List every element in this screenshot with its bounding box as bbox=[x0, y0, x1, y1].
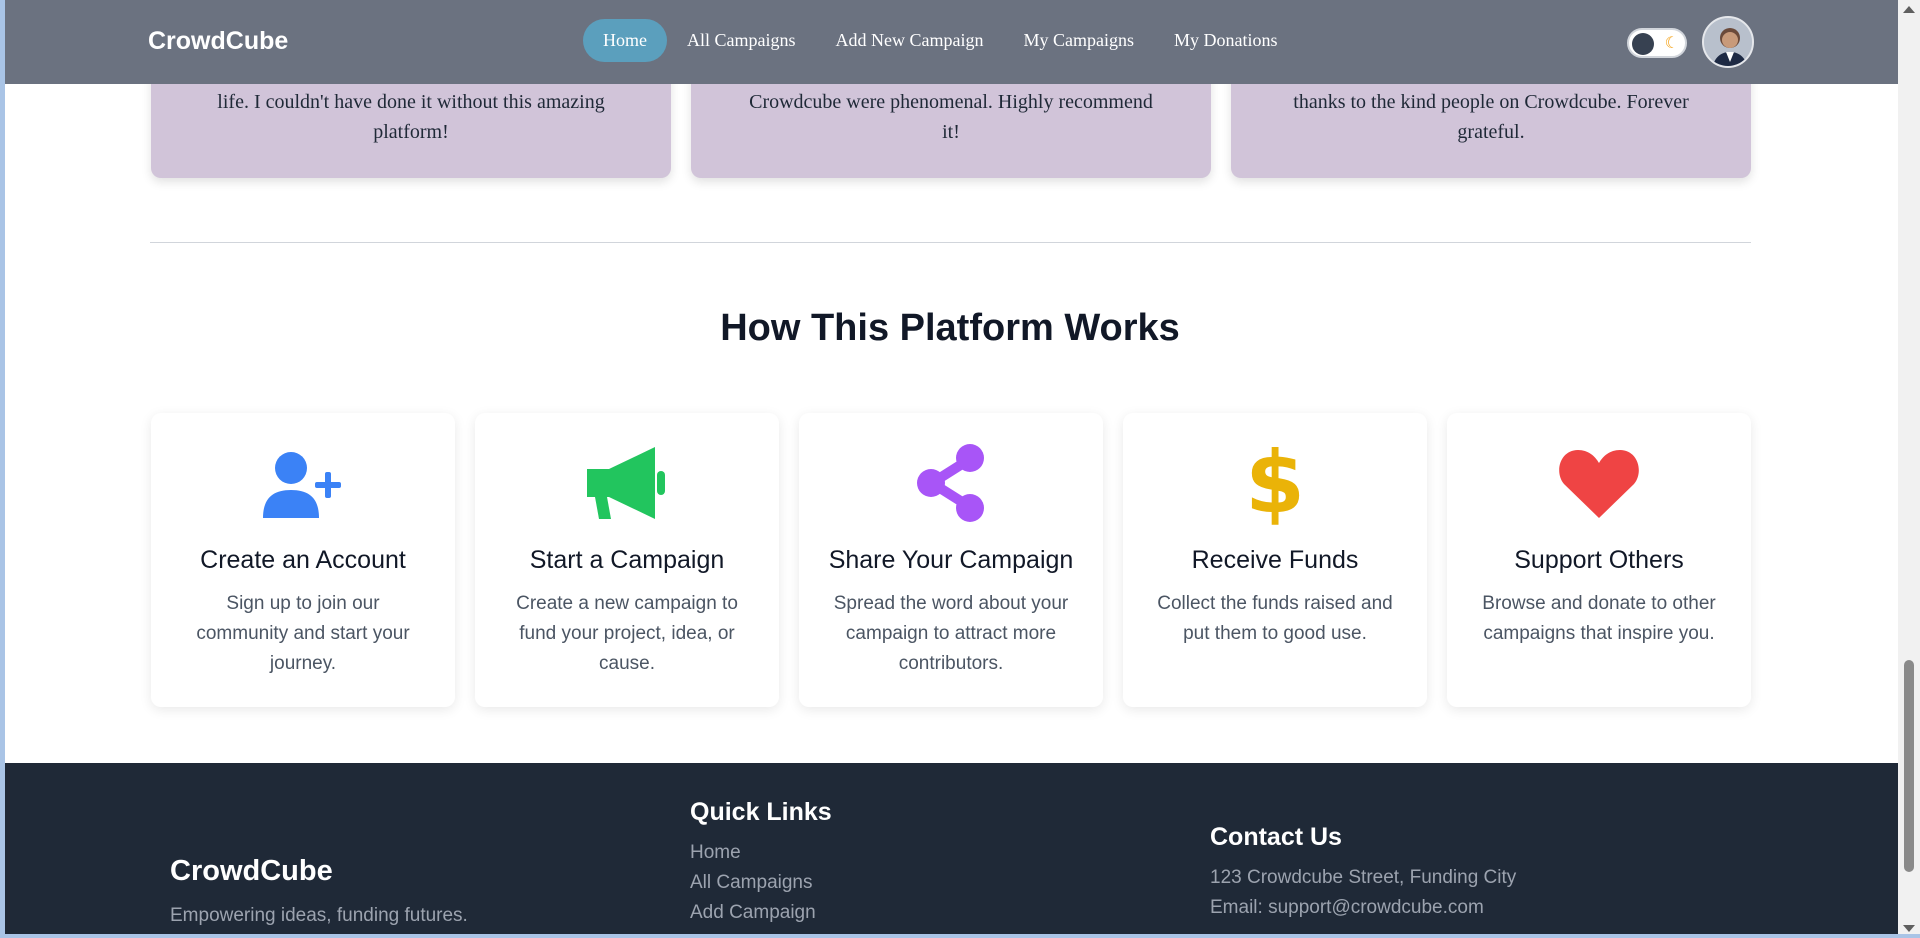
step-description: Collect the funds raised and put them to… bbox=[1157, 593, 1393, 644]
scroll-up-arrow-icon[interactable] bbox=[1903, 6, 1915, 13]
moon-icon: ☾ bbox=[1664, 35, 1679, 52]
footer-link-home[interactable]: Home bbox=[690, 842, 741, 864]
quick-links-heading: Quick Links bbox=[690, 798, 832, 826]
step-description: Create a new campaign to fund your proje… bbox=[516, 593, 738, 674]
step-card-receive-funds: $ Receive Funds Collect the funds raised… bbox=[1123, 413, 1427, 707]
user-avatar-image bbox=[1704, 18, 1752, 66]
testimonial-text-line: it! bbox=[942, 121, 960, 143]
step-title: Start a Campaign bbox=[529, 546, 725, 574]
step-description: Sign up to join our community and start … bbox=[196, 593, 410, 674]
step-title: Receive Funds bbox=[1191, 546, 1359, 574]
nav-my-donations[interactable]: My Donations bbox=[1154, 19, 1298, 62]
user-plus-icon bbox=[151, 441, 455, 525]
step-description: Browse and donate to other campaigns tha… bbox=[1482, 593, 1716, 644]
testimonial-text-line: grateful. bbox=[1457, 121, 1525, 143]
scroll-down-arrow-icon[interactable] bbox=[1903, 925, 1915, 932]
nav-links: Home All Campaigns Add New Campaign My C… bbox=[583, 19, 1297, 62]
testimonial-text-line: life. I couldn't have done it without th… bbox=[217, 91, 605, 113]
dollar-icon: $ bbox=[1245, 433, 1305, 533]
navbar: CrowdCube Home All Campaigns Add New Cam… bbox=[5, 0, 1898, 84]
footer-brand: CrowdCube bbox=[170, 855, 333, 887]
footer-link-all-campaigns[interactable]: All Campaigns bbox=[690, 872, 813, 894]
nav-home[interactable]: Home bbox=[583, 19, 667, 62]
footer-link-add-campaign[interactable]: Add Campaign bbox=[690, 902, 816, 924]
footer: CrowdCube Empowering ideas, funding futu… bbox=[5, 763, 1898, 938]
footer-tagline: Empowering ideas, funding futures. bbox=[170, 905, 468, 926]
contact-email: Email: support@crowdcube.com bbox=[1210, 897, 1484, 918]
contact-heading: Contact Us bbox=[1210, 823, 1342, 851]
nav-all-campaigns[interactable]: All Campaigns bbox=[667, 19, 816, 62]
step-card-support-others: Support Others Browse and donate to othe… bbox=[1447, 413, 1751, 707]
avatar[interactable] bbox=[1702, 16, 1754, 68]
megaphone-icon bbox=[475, 441, 779, 525]
share-icon bbox=[799, 441, 1103, 525]
nav-add-new-campaign[interactable]: Add New Campaign bbox=[816, 19, 1004, 62]
nav-my-campaigns[interactable]: My Campaigns bbox=[1003, 19, 1154, 62]
brand-logo[interactable]: CrowdCube bbox=[148, 27, 288, 56]
testimonial-text-line: thanks to the kind people on Crowdcube. … bbox=[1293, 91, 1689, 113]
step-card-create-account: Create an Account Sign up to join our co… bbox=[151, 413, 455, 707]
section-divider bbox=[150, 242, 1751, 243]
step-card-share-campaign: Share Your Campaign Spread the word abou… bbox=[799, 413, 1103, 707]
theme-toggle[interactable]: ☾ bbox=[1627, 28, 1687, 58]
testimonial-text-line: Crowdcube were phenomenal. Highly recomm… bbox=[749, 91, 1153, 113]
toggle-knob bbox=[1632, 33, 1654, 55]
heart-icon bbox=[1447, 441, 1751, 525]
step-card-start-campaign: Start a Campaign Create a new campaign t… bbox=[475, 413, 779, 707]
scroll-thumb[interactable] bbox=[1904, 660, 1914, 872]
contact-address: 123 Crowdcube Street, Funding City bbox=[1210, 867, 1517, 888]
step-description: Spread the word about your campaign to a… bbox=[833, 593, 1069, 674]
step-title: Share Your Campaign bbox=[828, 546, 1074, 574]
page-scrollbar[interactable] bbox=[1898, 0, 1920, 938]
step-title: Create an Account bbox=[200, 546, 406, 574]
testimonial-text-line: platform! bbox=[373, 121, 449, 143]
how-it-works-title: How This Platform Works bbox=[720, 307, 1180, 349]
step-title: Support Others bbox=[1514, 546, 1684, 574]
